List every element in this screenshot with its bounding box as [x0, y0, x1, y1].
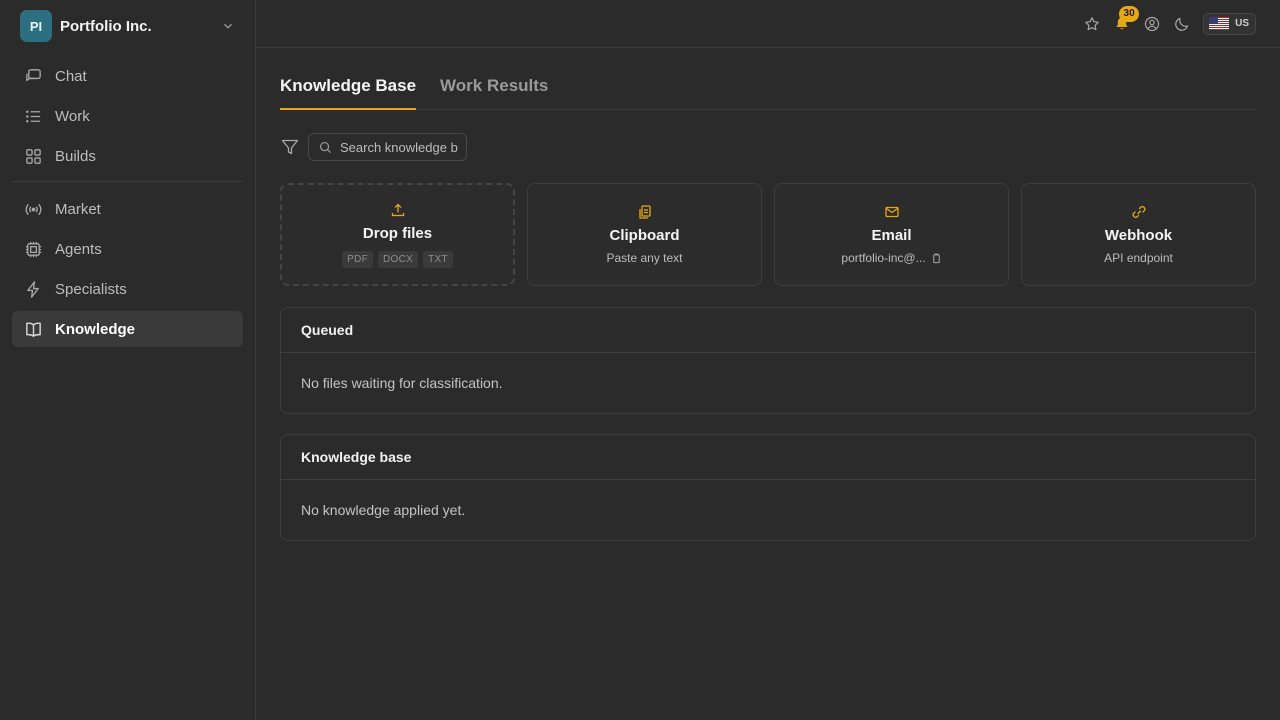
search-box	[308, 133, 467, 161]
empty-state-text: No files waiting for classification.	[301, 375, 503, 391]
format-chip: TXT	[423, 250, 453, 268]
sidebar-item-market[interactable]: Market	[12, 191, 243, 227]
drop-files-card[interactable]: Drop files PDF DOCX TXT	[280, 183, 515, 286]
chevron-down-icon	[224, 23, 232, 29]
chat-icon	[26, 68, 41, 82]
format-chip: DOCX	[378, 250, 419, 268]
nav-divider	[12, 181, 243, 182]
card-title: Drop files	[362, 224, 433, 242]
theme-toggle[interactable]	[1173, 15, 1191, 33]
broadcast-icon	[25, 203, 42, 215]
upload-icon	[391, 203, 404, 216]
sidebar-item-label: Chat	[55, 67, 87, 85]
sidebar: PI Portfolio Inc. Chat Work Builds Marke…	[0, 0, 256, 720]
clipboard-card[interactable]: Clipboard Paste any text	[527, 183, 762, 286]
sidebar-item-label: Knowledge	[55, 320, 136, 338]
moon-icon	[1175, 17, 1189, 31]
user-circle-icon	[1144, 16, 1160, 31]
app-root: PI Portfolio Inc. Chat Work Builds Marke…	[0, 0, 1280, 720]
panel-title: Knowledge base	[281, 435, 1255, 480]
filter-row	[280, 133, 1256, 161]
filter-icon[interactable]	[280, 137, 300, 157]
topbar: 30 US	[256, 0, 1280, 48]
knowledge-base-panel: Knowledge base No knowledge applied yet.	[280, 434, 1256, 541]
locale-label: US	[1235, 18, 1249, 29]
grid-icon	[26, 148, 41, 164]
clipboard-icon	[638, 205, 651, 219]
sidebar-item-work[interactable]: Work	[12, 98, 243, 134]
lightning-icon	[27, 280, 39, 298]
content: Knowledge Base Work Results Drop files P…	[256, 48, 1280, 541]
book-icon	[26, 322, 41, 337]
sidebar-item-label: Market	[55, 200, 101, 218]
notifications-button[interactable]: 30	[1113, 5, 1140, 33]
main-area: 30 US Knowledge Base Work Results Search…	[256, 0, 1280, 720]
profile-button[interactable]	[1143, 15, 1161, 33]
org-name: Portfolio Inc.	[60, 17, 152, 35]
webhook-card[interactable]: Webhook API endpoint	[1021, 183, 1256, 286]
email-card[interactable]: Email portfolio-inc@...	[774, 183, 1009, 286]
org-switcher[interactable]: PI Portfolio Inc.	[12, 10, 243, 42]
sidebar-item-specialists[interactable]: Specialists	[12, 271, 243, 307]
sidebar-item-label: Agents	[55, 240, 102, 258]
us-flag-icon	[1209, 17, 1230, 30]
card-subtitle: API endpoint	[1104, 251, 1173, 265]
card-subtitle: Paste any text	[606, 251, 683, 265]
empty-state-text: No knowledge applied yet.	[301, 502, 466, 518]
card-title: Clipboard	[609, 227, 680, 244]
sidebar-item-label: Work	[55, 107, 90, 125]
favorites-button[interactable]	[1083, 15, 1101, 33]
sidebar-item-label: Builds	[55, 147, 96, 165]
tab-knowledge-base[interactable]: Knowledge Base	[280, 72, 417, 110]
sidebar-item-builds[interactable]: Builds	[12, 138, 243, 174]
mail-icon	[884, 206, 899, 218]
org-avatar: PI	[20, 10, 52, 42]
format-chips: PDF DOCX TXT	[342, 250, 453, 268]
panel-title: Queued	[281, 308, 1255, 353]
email-address: portfolio-inc@...	[841, 251, 926, 265]
sidebar-item-knowledge[interactable]: Knowledge	[12, 311, 243, 347]
copy-icon[interactable]	[931, 253, 942, 264]
sidebar-item-label: Specialists	[55, 280, 127, 298]
queued-panel: Queued No files waiting for classificati…	[280, 307, 1256, 414]
tab-bar: Knowledge Base Work Results	[280, 72, 1256, 110]
notification-badge: 30	[1119, 5, 1140, 22]
list-icon	[26, 110, 41, 122]
card-title: Webhook	[1104, 227, 1173, 244]
link-icon	[1132, 206, 1145, 218]
star-icon	[1085, 16, 1099, 30]
card-subtitle-row: portfolio-inc@...	[841, 251, 941, 265]
search-input[interactable]	[340, 139, 458, 155]
tab-work-results[interactable]: Work Results	[440, 72, 548, 109]
chip-icon	[25, 241, 42, 257]
card-title: Email	[871, 227, 912, 244]
sidebar-item-agents[interactable]: Agents	[12, 231, 243, 267]
locale-selector[interactable]: US	[1203, 12, 1256, 35]
ingest-cards: Drop files PDF DOCX TXT Clipboard Paste …	[280, 183, 1256, 286]
search-icon	[319, 141, 332, 153]
format-chip: PDF	[342, 250, 373, 268]
sidebar-item-chat[interactable]: Chat	[12, 58, 243, 94]
